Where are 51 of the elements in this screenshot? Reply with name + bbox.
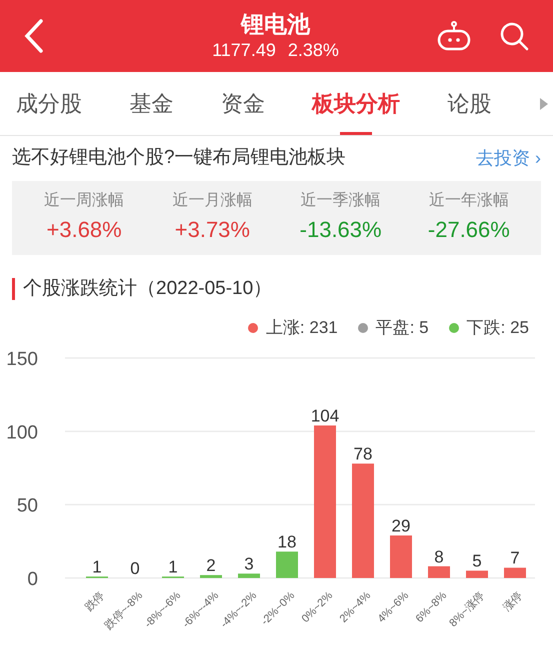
data-label: 29	[392, 516, 410, 535]
tab[interactable]: 论股	[448, 72, 492, 135]
tab[interactable]: 板块分析	[312, 72, 400, 135]
stat-label: 近一月涨幅	[172, 190, 252, 211]
data-label: 18	[278, 532, 296, 552]
data-label: 5	[472, 551, 482, 570]
axis-category-label: 跌停	[83, 589, 108, 614]
axis-tick-label: 50	[16, 495, 38, 516]
data-label: 7	[510, 548, 520, 568]
stat-value: +3.68%	[46, 216, 122, 244]
data-label: 1	[168, 557, 178, 576]
index-change: 2.38%	[288, 39, 339, 62]
data-label: 1	[92, 557, 102, 576]
bar	[200, 574, 222, 578]
data-label: 0	[130, 558, 140, 578]
data-label: 104	[310, 406, 340, 425]
stat-value: -13.63%	[300, 216, 382, 244]
bar	[238, 573, 260, 578]
data-label: 78	[354, 444, 372, 464]
robot-icon[interactable]	[437, 21, 471, 51]
stat-value: +3.73%	[174, 216, 250, 244]
legend-label: 平盘: 5	[376, 317, 429, 339]
stat-value: -27.66%	[428, 216, 510, 244]
search-icon[interactable]	[499, 21, 529, 51]
axis-tick-label: 150	[6, 348, 38, 370]
index-price: 1177.49	[212, 39, 276, 62]
bar	[276, 551, 298, 578]
axis-category-label: 涨停	[501, 589, 526, 614]
section-title: 个股涨跌统计（2022-05-10）	[23, 276, 272, 300]
scroll-right-icon[interactable]	[538, 96, 549, 110]
tab[interactable]: 基金	[129, 72, 174, 135]
bar	[466, 570, 488, 578]
legend-label: 下跌: 25	[466, 317, 529, 339]
page-title: 锂电池	[241, 10, 310, 38]
tab[interactable]: 成分股	[16, 72, 82, 135]
bar	[390, 534, 412, 578]
stat-label: 近一周涨幅	[44, 190, 124, 211]
tab[interactable]: 资金	[220, 72, 265, 135]
axis-tick-label: 0	[27, 568, 38, 590]
data-label: 2	[206, 556, 216, 575]
stat-label: 近一季涨幅	[300, 190, 381, 211]
bar	[428, 566, 450, 578]
bar	[504, 567, 526, 578]
stat-label: 近一年涨幅	[428, 190, 509, 211]
section-marker	[12, 278, 15, 300]
axis-tick-label: 100	[6, 422, 38, 443]
data-label: 3	[244, 554, 254, 574]
data-label: 8	[434, 546, 444, 566]
legend-label: 上涨: 231	[266, 317, 338, 339]
promo-text: 选不好锂电池个股?一键布局锂电池板块	[12, 146, 346, 170]
back-icon[interactable]	[24, 19, 44, 53]
